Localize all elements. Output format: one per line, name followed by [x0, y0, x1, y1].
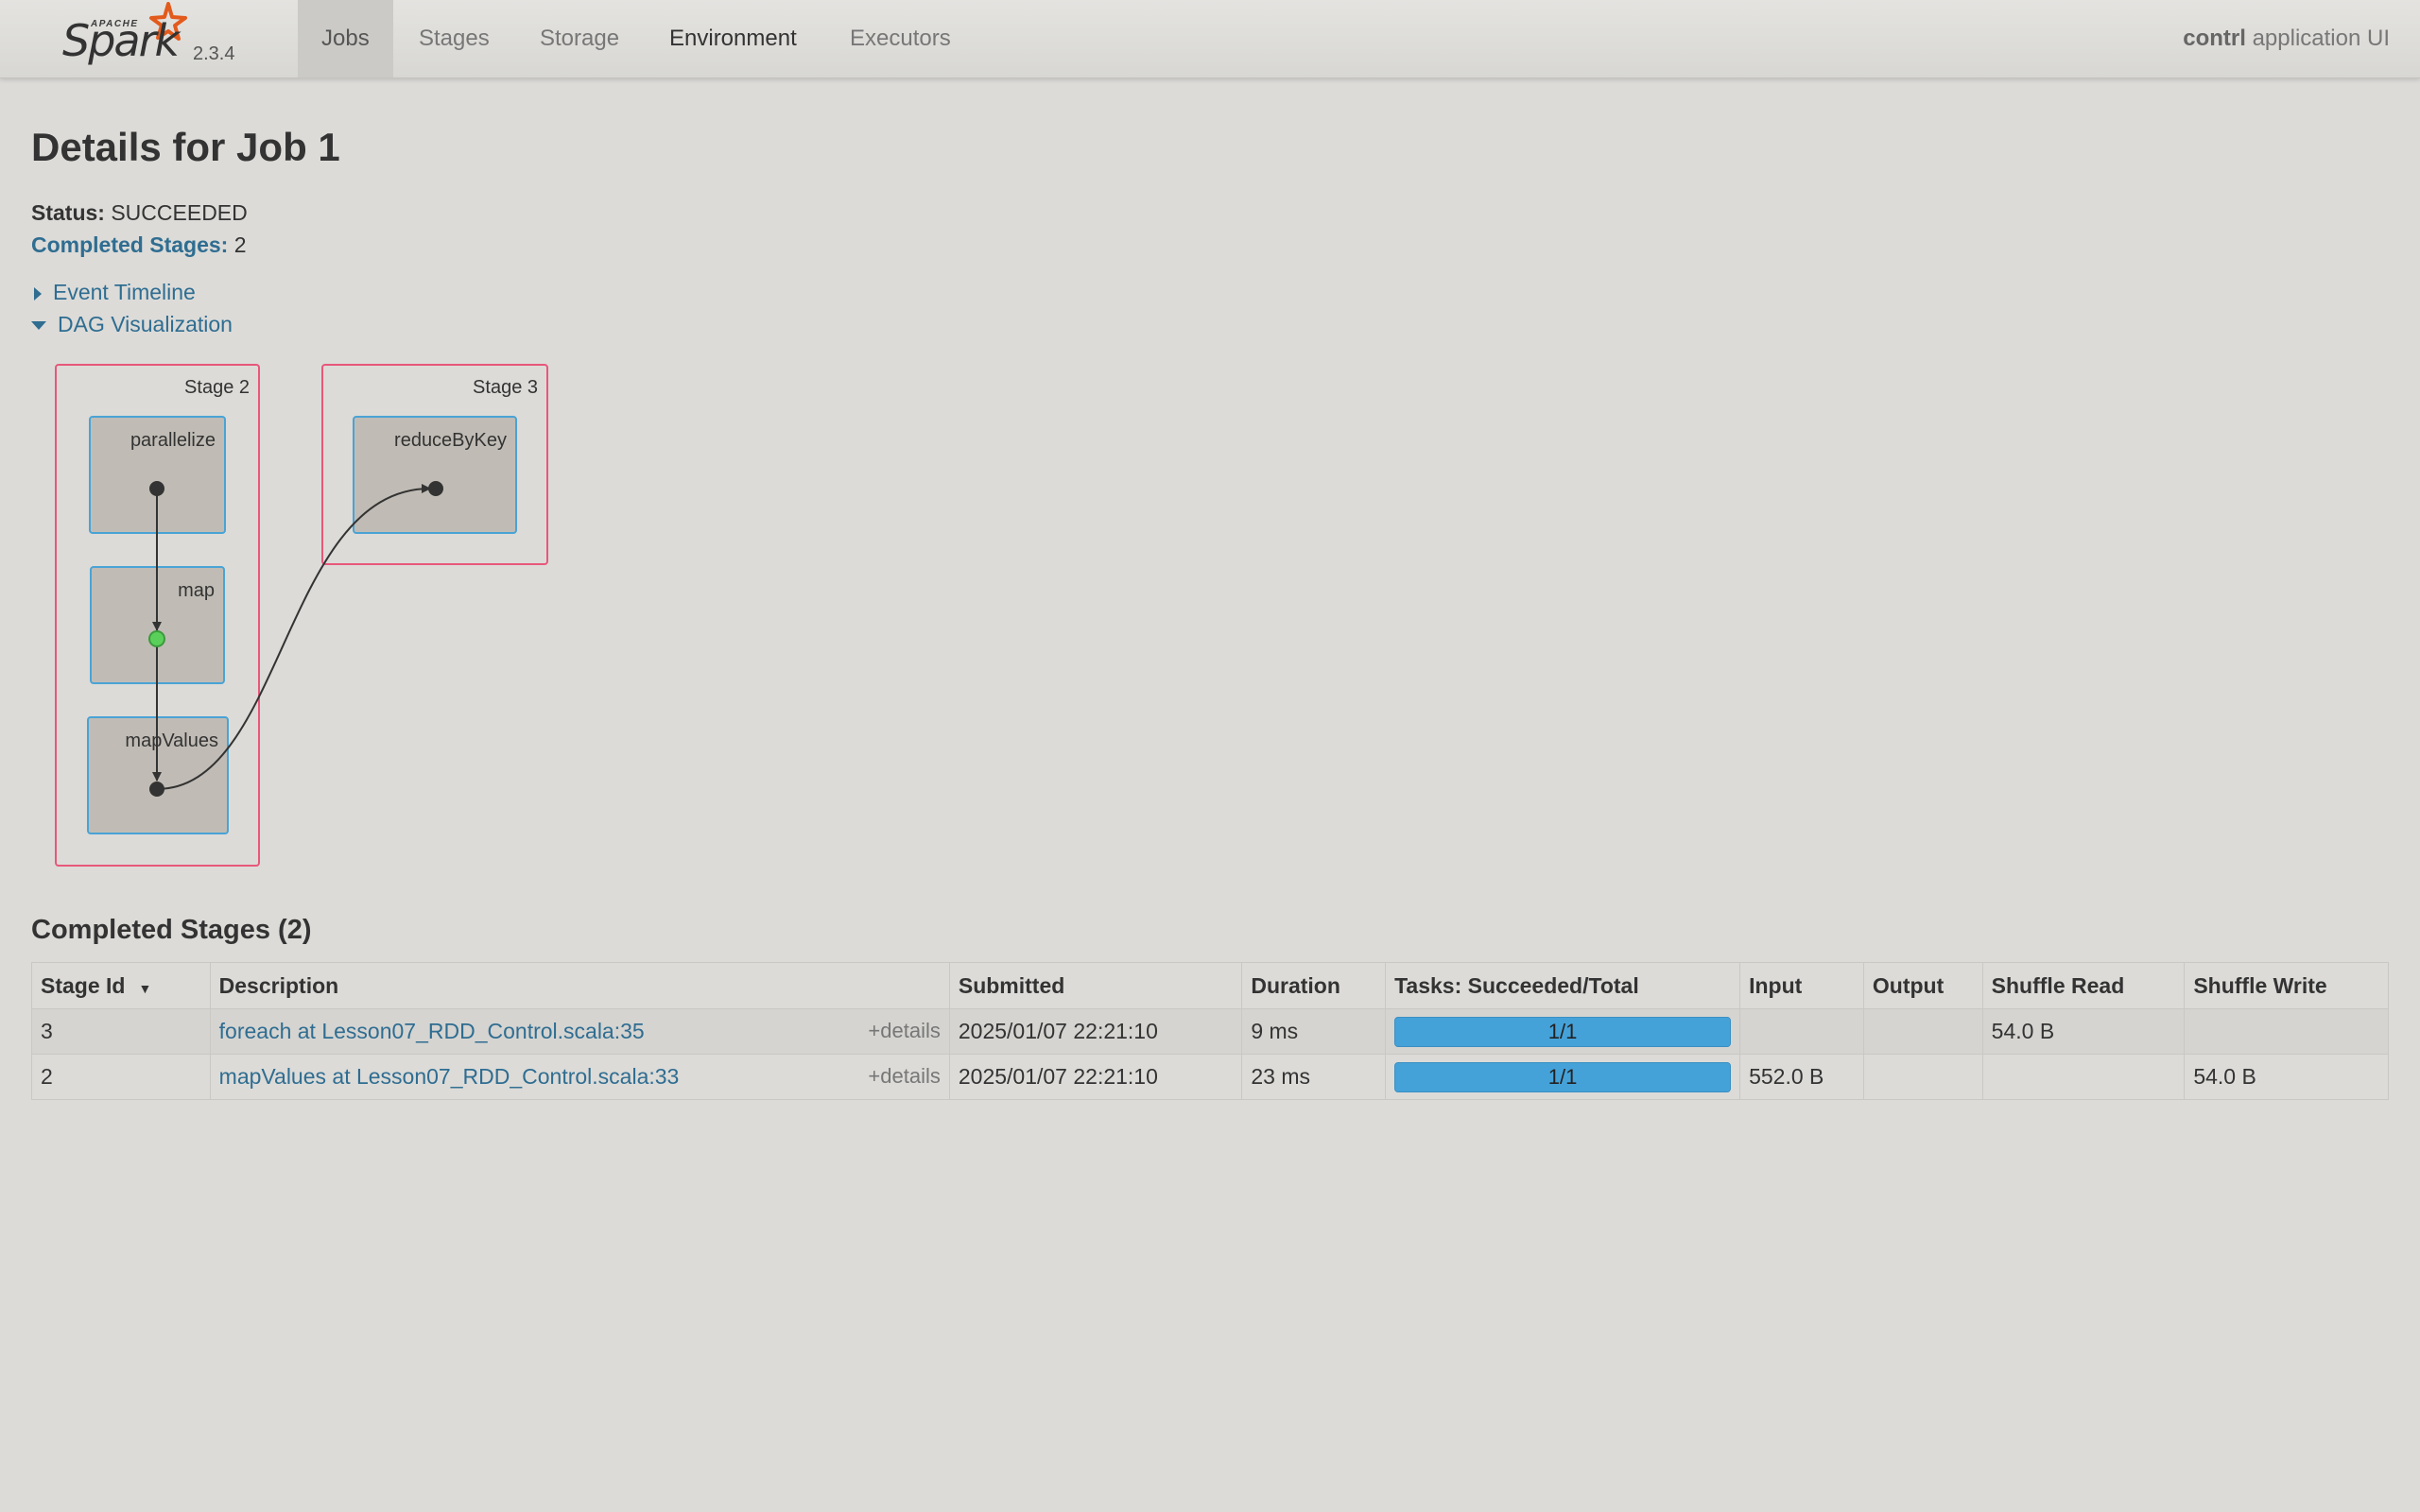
cell-submitted: 2025/01/07 22:21:10	[948, 1054, 1243, 1100]
op-map-label: map	[178, 580, 215, 601]
cell-input: 552.0 B	[1739, 1054, 1864, 1100]
cell-stage-id: 3	[31, 1008, 211, 1055]
cell-shuffle-read: 54.0 B	[1981, 1008, 2186, 1055]
completed-stages-table: Stage Id ▼ Description Submitted Duration…	[31, 962, 2389, 1100]
col-shuffle-write[interactable]: Shuffle Write	[2184, 962, 2389, 1009]
col-tasks[interactable]: Tasks: Succeeded/Total	[1385, 962, 1741, 1009]
cell-tasks: 1/1	[1385, 1008, 1741, 1055]
details-toggle[interactable]: +details	[868, 1064, 940, 1089]
completed-stages-title[interactable]: Completed Stages (2)	[31, 915, 312, 946]
table-header-row: Stage Id ▼ Description Submitted Duration…	[31, 962, 2389, 1009]
node-parallelize[interactable]	[149, 481, 164, 496]
op-reducebykey-label: reduceByKey	[394, 430, 507, 451]
col-submitted[interactable]: Submitted	[948, 962, 1243, 1009]
col-input[interactable]: Input	[1739, 962, 1864, 1009]
col-stage-id-label: Stage Id	[41, 972, 126, 998]
node-reducebykey[interactable]	[428, 481, 443, 496]
op-mapvalues-label: mapValues	[125, 730, 218, 751]
col-stage-id[interactable]: Stage Id ▼	[31, 962, 211, 1009]
tasks-progress-text: 1/1	[1547, 1064, 1578, 1089]
col-duration[interactable]: Duration	[1241, 962, 1387, 1009]
cell-output	[1862, 1054, 1983, 1100]
app-name-rest: application UI	[2245, 26, 2390, 51]
app-name-bold: contrl	[2183, 26, 2246, 51]
cell-input	[1739, 1008, 1864, 1055]
col-shuffle-read[interactable]: Shuffle Read	[1981, 962, 2186, 1009]
application-name: contrl application UI	[2183, 0, 2390, 77]
col-description[interactable]: Description	[209, 962, 950, 1009]
tasks-progress-text: 1/1	[1547, 1019, 1578, 1043]
table-row: 3 foreach at Lesson07_RDD_Control.scala:…	[31, 1008, 2389, 1055]
stage-description-link[interactable]: mapValues at Lesson07_RDD_Control.scala:…	[219, 1064, 680, 1089]
node-map-highlighted[interactable]	[148, 630, 165, 647]
op-parallelize-label: parallelize	[130, 430, 216, 451]
cell-duration: 9 ms	[1241, 1008, 1387, 1055]
cell-tasks: 1/1	[1385, 1054, 1741, 1100]
tasks-progress-bar: 1/1	[1394, 1016, 1732, 1047]
tab-executors[interactable]: Executors	[826, 0, 975, 77]
tasks-progress-bar: 1/1	[1394, 1061, 1732, 1092]
details-toggle[interactable]: +details	[868, 1019, 940, 1043]
cell-output	[1862, 1008, 1983, 1055]
stage-2-label: Stage 2	[184, 377, 250, 398]
cell-shuffle-write	[2184, 1008, 2389, 1055]
col-output[interactable]: Output	[1862, 962, 1983, 1009]
dag-visualization: Stage 2 parallelize map mapValues Stage …	[55, 364, 548, 867]
cell-stage-id: 2	[31, 1054, 211, 1100]
stage-3-label: Stage 3	[473, 377, 538, 398]
cell-duration: 23 ms	[1241, 1054, 1387, 1100]
table-row: 2 mapValues at Lesson07_RDD_Control.scal…	[31, 1054, 2389, 1100]
node-mapvalues[interactable]	[149, 782, 164, 797]
cell-description: foreach at Lesson07_RDD_Control.scala:35…	[209, 1008, 950, 1055]
tab-environment[interactable]: Environment	[646, 0, 821, 77]
cell-shuffle-read	[1981, 1054, 2186, 1100]
sort-desc-icon: ▼	[138, 980, 152, 996]
cell-submitted: 2025/01/07 22:21:10	[948, 1008, 1243, 1055]
cell-shuffle-write: 54.0 B	[2184, 1054, 2389, 1100]
cell-description: mapValues at Lesson07_RDD_Control.scala:…	[209, 1054, 950, 1100]
stage-description-link[interactable]: foreach at Lesson07_RDD_Control.scala:35	[219, 1019, 645, 1043]
